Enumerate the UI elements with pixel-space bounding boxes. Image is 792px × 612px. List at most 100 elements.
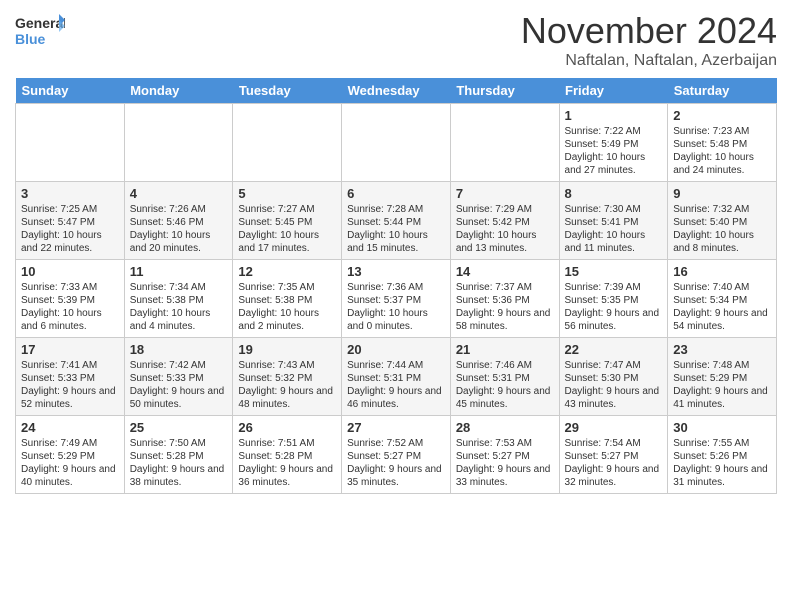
day-number: 18 (130, 342, 228, 357)
calendar-cell: 6Sunrise: 7:28 AMSunset: 5:44 PMDaylight… (342, 182, 451, 260)
day-number: 8 (565, 186, 663, 201)
calendar-cell (124, 104, 233, 182)
header-thursday: Thursday (450, 78, 559, 104)
day-number: 3 (21, 186, 119, 201)
cell-info: Sunrise: 7:47 AMSunset: 5:30 PMDaylight:… (565, 359, 663, 411)
calendar-cell: 14Sunrise: 7:37 AMSunset: 5:36 PMDayligh… (450, 260, 559, 338)
cell-info: Sunrise: 7:28 AMSunset: 5:44 PMDaylight:… (347, 203, 445, 255)
cell-info: Sunrise: 7:44 AMSunset: 5:31 PMDaylight:… (347, 359, 445, 411)
cell-info: Sunrise: 7:26 AMSunset: 5:46 PMDaylight:… (130, 203, 228, 255)
cell-info: Sunrise: 7:34 AMSunset: 5:38 PMDaylight:… (130, 281, 228, 333)
calendar-cell: 11 Sunrise: 7:34 AMSunset: 5:38 PMDayligh… (124, 260, 233, 338)
day-number: 11 (130, 264, 228, 279)
calendar-cell: 4 Sunrise: 7:26 AMSunset: 5:46 PMDaylight… (124, 182, 233, 260)
day-number: 15 (565, 264, 663, 279)
cell-info: Sunrise: 7:39 AMSunset: 5:35 PMDaylight:… (565, 281, 663, 333)
day-number: 7 (456, 186, 554, 201)
cell-info: Sunrise: 7:42 AMSunset: 5:33 PMDaylight:… (130, 359, 228, 411)
calendar-cell (233, 104, 342, 182)
day-number: 20 (347, 342, 445, 357)
logo: General Blue (15, 10, 65, 52)
day-number: 25 (130, 420, 228, 435)
calendar-cell: 8Sunrise: 7:30 AMSunset: 5:41 PMDaylight… (559, 182, 668, 260)
calendar-cell: 27Sunrise: 7:52 AMSunset: 5:27 PMDayligh… (342, 416, 451, 494)
cell-info: Sunrise: 7:32 AMSunset: 5:40 PMDaylight:… (673, 203, 771, 255)
calendar-cell (450, 104, 559, 182)
day-number: 23 (673, 342, 771, 357)
day-number: 27 (347, 420, 445, 435)
day-number: 12 (238, 264, 336, 279)
cell-info: Sunrise: 7:35 AMSunset: 5:38 PMDaylight:… (238, 281, 336, 333)
header-wednesday: Wednesday (342, 78, 451, 104)
cell-info: Sunrise: 7:54 AMSunset: 5:27 PMDaylight:… (565, 437, 663, 489)
calendar-cell: 13 Sunrise: 7:36 AMSunset: 5:37 PMDayligh… (342, 260, 451, 338)
cell-info: Sunrise: 7:55 AMSunset: 5:26 PMDaylight:… (673, 437, 771, 489)
cell-info: Sunrise: 7:50 AMSunset: 5:28 PMDaylight:… (130, 437, 228, 489)
day-number: 16 (673, 264, 771, 279)
day-number: 2 (673, 108, 771, 123)
calendar-header-row: Sunday Monday Tuesday Wednesday Thursday… (16, 78, 777, 104)
day-number: 14 (456, 264, 554, 279)
calendar-cell: 16 Sunrise: 7:40 AMSunset: 5:34 PMDayligh… (668, 260, 777, 338)
calendar-cell: 17 Sunrise: 7:41 AMSunset: 5:33 PMDayligh… (16, 338, 125, 416)
cell-info: Sunrise: 7:22 AMSunset: 5:49 PMDaylight:… (565, 125, 663, 177)
day-number: 28 (456, 420, 554, 435)
calendar-cell (342, 104, 451, 182)
calendar-cell: 22Sunrise: 7:47 AMSunset: 5:30 PMDayligh… (559, 338, 668, 416)
calendar-table: Sunday Monday Tuesday Wednesday Thursday… (15, 78, 777, 494)
cell-info: Sunrise: 7:33 AMSunset: 5:39 PMDaylight:… (21, 281, 119, 333)
cell-info: Sunrise: 7:23 AMSunset: 5:48 PMDaylight:… (673, 125, 771, 177)
cell-info: Sunrise: 7:41 AMSunset: 5:33 PMDaylight:… (21, 359, 119, 411)
calendar-week-row: 1 Sunrise: 7:22 AMSunset: 5:49 PMDaylight… (16, 104, 777, 182)
calendar-cell: 21 Sunrise: 7:46 AMSunset: 5:31 PMDayligh… (450, 338, 559, 416)
cell-info: Sunrise: 7:29 AMSunset: 5:42 PMDaylight:… (456, 203, 554, 255)
calendar-cell: 24 Sunrise: 7:49 AMSunset: 5:29 PMDayligh… (16, 416, 125, 494)
header-friday: Friday (559, 78, 668, 104)
calendar-week-row: 24 Sunrise: 7:49 AMSunset: 5:29 PMDayligh… (16, 416, 777, 494)
calendar-cell: 19 Sunrise: 7:43 AMSunset: 5:32 PMDayligh… (233, 338, 342, 416)
header-saturday: Saturday (668, 78, 777, 104)
calendar-cell: 3 Sunrise: 7:25 AMSunset: 5:47 PMDaylight… (16, 182, 125, 260)
day-number: 30 (673, 420, 771, 435)
day-number: 19 (238, 342, 336, 357)
calendar-cell: 29 Sunrise: 7:54 AMSunset: 5:27 PMDayligh… (559, 416, 668, 494)
cell-info: Sunrise: 7:46 AMSunset: 5:31 PMDaylight:… (456, 359, 554, 411)
cell-info: Sunrise: 7:53 AMSunset: 5:27 PMDaylight:… (456, 437, 554, 489)
cell-info: Sunrise: 7:43 AMSunset: 5:32 PMDaylight:… (238, 359, 336, 411)
calendar-week-row: 17 Sunrise: 7:41 AMSunset: 5:33 PMDayligh… (16, 338, 777, 416)
logo-icon: General Blue (15, 10, 65, 52)
cell-info: Sunrise: 7:25 AMSunset: 5:47 PMDaylight:… (21, 203, 119, 255)
cell-info: Sunrise: 7:36 AMSunset: 5:37 PMDaylight:… (347, 281, 445, 333)
day-number: 24 (21, 420, 119, 435)
day-number: 26 (238, 420, 336, 435)
calendar-week-row: 3 Sunrise: 7:25 AMSunset: 5:47 PMDaylight… (16, 182, 777, 260)
cell-info: Sunrise: 7:40 AMSunset: 5:34 PMDaylight:… (673, 281, 771, 333)
day-number: 1 (565, 108, 663, 123)
calendar-cell (16, 104, 125, 182)
calendar-cell: 25 Sunrise: 7:50 AMSunset: 5:28 PMDayligh… (124, 416, 233, 494)
calendar-cell: 9 Sunrise: 7:32 AMSunset: 5:40 PMDaylight… (668, 182, 777, 260)
calendar-cell: 28 Sunrise: 7:53 AMSunset: 5:27 PMDayligh… (450, 416, 559, 494)
header-sunday: Sunday (16, 78, 125, 104)
calendar-cell: 26 Sunrise: 7:51 AMSunset: 5:28 PMDayligh… (233, 416, 342, 494)
cell-info: Sunrise: 7:49 AMSunset: 5:29 PMDaylight:… (21, 437, 119, 489)
header: General Blue November 2024 Naftalan, Naf… (15, 10, 777, 70)
cell-info: Sunrise: 7:27 AMSunset: 5:45 PMDaylight:… (238, 203, 336, 255)
svg-text:General: General (15, 15, 65, 31)
day-number: 9 (673, 186, 771, 201)
title-block: November 2024 Naftalan, Naftalan, Azerba… (521, 10, 777, 70)
calendar-cell: 15 Sunrise: 7:39 AMSunset: 5:35 PMDayligh… (559, 260, 668, 338)
calendar-cell: 2 Sunrise: 7:23 AMSunset: 5:48 PMDaylight… (668, 104, 777, 182)
cell-info: Sunrise: 7:51 AMSunset: 5:28 PMDaylight:… (238, 437, 336, 489)
day-number: 29 (565, 420, 663, 435)
calendar-cell: 7 Sunrise: 7:29 AMSunset: 5:42 PMDaylight… (450, 182, 559, 260)
month-title: November 2024 (521, 10, 777, 52)
day-number: 4 (130, 186, 228, 201)
cell-info: Sunrise: 7:48 AMSunset: 5:29 PMDaylight:… (673, 359, 771, 411)
calendar-cell: 1 Sunrise: 7:22 AMSunset: 5:49 PMDaylight… (559, 104, 668, 182)
day-number: 13 (347, 264, 445, 279)
day-number: 21 (456, 342, 554, 357)
calendar-cell: 10Sunrise: 7:33 AMSunset: 5:39 PMDayligh… (16, 260, 125, 338)
day-number: 17 (21, 342, 119, 357)
location-title: Naftalan, Naftalan, Azerbaijan (521, 52, 777, 70)
